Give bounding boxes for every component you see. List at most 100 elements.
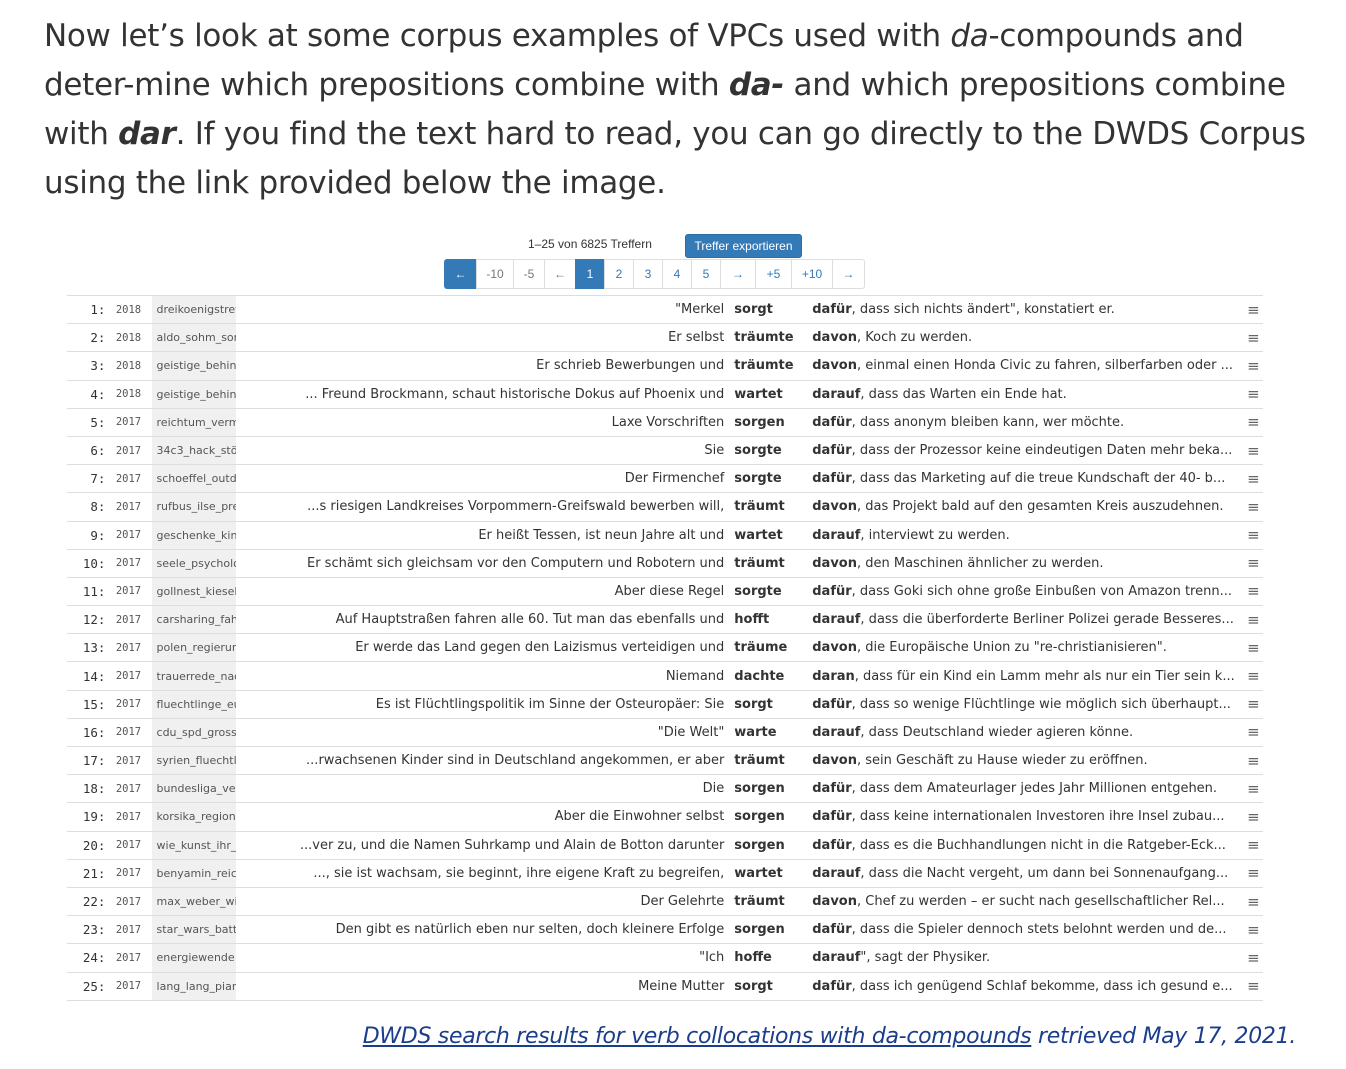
row-left-context: Er selbst: [668, 330, 725, 346]
row-source[interactable]: syrien_fluechtlinge: [151, 747, 237, 775]
row-source[interactable]: wie_kunst_ihr_leben: [151, 831, 237, 859]
pager-first-page-button[interactable]: ←: [444, 259, 477, 289]
row-right-text: , dass anonym bleiben kann, wer möchte.: [851, 414, 1125, 430]
row-menu-icon[interactable]: ≡: [1244, 611, 1263, 629]
row-menu-icon[interactable]: ≡: [1244, 498, 1263, 516]
row-right-context: darauf, interviewt zu werden.: [809, 528, 1239, 543]
row-source[interactable]: geistige_behinderung: [151, 380, 237, 408]
row-source[interactable]: benyamin_reich: [151, 859, 237, 887]
row-number: 9:: [90, 527, 106, 543]
pager-back-5-button[interactable]: -5: [513, 259, 545, 289]
row-source[interactable]: max_weber_wissenschaft: [151, 887, 237, 916]
row-source[interactable]: schoeffel_outdoor: [151, 465, 237, 493]
results-table: 1: 2018 dreikoenigstreffen "Merkel sorgt dafü…: [67, 295, 1263, 1001]
row-right-text: , interviewt zu werden.: [860, 527, 1010, 543]
row-menu-icon[interactable]: ≡: [1244, 357, 1263, 375]
row-source[interactable]: reichtum_vermögen: [151, 408, 237, 436]
row-number: 13:: [82, 640, 106, 656]
row-source[interactable]: trauerrede_nachruf: [151, 662, 237, 690]
row-source[interactable]: rufbus_ilse_prenzlau: [151, 493, 237, 521]
pager-last-page-button[interactable]: →: [832, 259, 865, 289]
row-menu-icon[interactable]: ≡: [1244, 695, 1263, 713]
row-menu-icon[interactable]: ≡: [1244, 752, 1263, 770]
row-menu-icon[interactable]: ≡: [1244, 836, 1263, 854]
row-source[interactable]: star_wars_battlefront: [151, 916, 237, 944]
row-menu-icon[interactable]: ≡: [1244, 667, 1263, 685]
row-year: 2017: [115, 444, 142, 457]
row-menu-icon[interactable]: ≡: [1244, 949, 1263, 967]
row-right-text: , Koch zu werden.: [856, 330, 973, 346]
row-right-text: , dass sich nichts ändert", konstatiert …: [851, 302, 1115, 318]
row-source[interactable]: geschenke_kinder: [151, 521, 237, 549]
row-year: 2018: [115, 388, 142, 401]
row-year: 2017: [115, 416, 142, 429]
row-menu-icon[interactable]: ≡: [1244, 921, 1263, 939]
row-source[interactable]: energiewende: [151, 944, 237, 972]
result-row: 8: 2017 rufbus_ilse_prenzlau ...s riesigen …: [67, 493, 1263, 522]
row-source[interactable]: fluechtlinge_europa: [151, 690, 237, 718]
row-year: 2017: [115, 867, 142, 880]
row-left-context: Auf Hauptstraßen fahren alle 60. Tut man…: [335, 612, 725, 628]
pager-forward-5-button[interactable]: +5: [755, 259, 792, 289]
row-menu-icon[interactable]: ≡: [1244, 723, 1263, 741]
row-right-context: davon, Chef zu werden – er sucht nach ge…: [809, 894, 1239, 909]
row-source[interactable]: bundesliga_verein: [151, 775, 237, 803]
row-menu-icon[interactable]: ≡: [1244, 442, 1263, 460]
pager-page-5-button[interactable]: 5: [691, 259, 721, 289]
row-source[interactable]: korsika_region: [151, 803, 237, 831]
row-menu-icon[interactable]: ≡: [1244, 470, 1263, 488]
row-da-compound: darauf: [812, 612, 861, 628]
row-menu-icon[interactable]: ≡: [1244, 864, 1263, 882]
row-keyword: träumt: [734, 753, 785, 769]
row-source[interactable]: seele_psychologie: [151, 549, 237, 577]
result-row: 25: 2017 lang_lang_pianist Meine Mutter sorg…: [67, 972, 1263, 1001]
row-menu-icon[interactable]: ≡: [1244, 808, 1263, 826]
row-source[interactable]: aldo_sohm_sommelier: [151, 324, 237, 352]
row-menu-icon[interactable]: ≡: [1244, 554, 1263, 572]
row-left-context: ..., sie ist wachsam, sie beginnt, ihre …: [313, 865, 725, 881]
pager-page-2-button[interactable]: 2: [604, 259, 634, 289]
result-row: 17: 2017 syrien_fluechtlinge ...rwachsenen …: [67, 747, 1263, 776]
row-right-context: dafür, dass keine internationalen Invest…: [809, 809, 1239, 824]
row-source[interactable]: cdu_spd_grosse_koalition: [151, 718, 237, 746]
row-menu-icon[interactable]: ≡: [1244, 893, 1263, 911]
row-menu-icon[interactable]: ≡: [1244, 385, 1263, 403]
row-menu-icon[interactable]: ≡: [1244, 301, 1263, 319]
row-source[interactable]: lang_lang_pianist: [151, 972, 237, 1000]
row-year: 2017: [115, 923, 142, 936]
pager-prev-page-button[interactable]: ←: [544, 259, 576, 289]
intro-em-dar: dar: [118, 116, 176, 152]
row-menu-icon[interactable]: ≡: [1244, 526, 1263, 544]
dwds-link[interactable]: DWDS search results for verb collocation…: [363, 1024, 1032, 1049]
row-right-context: dafür, dass dem Amateurlager jedes Jahr …: [809, 781, 1239, 796]
pager-page-1-button[interactable]: 1: [575, 259, 605, 289]
row-source[interactable]: carsharing_fahrzeuge: [151, 606, 237, 634]
row-source[interactable]: polen_regierung: [151, 634, 237, 662]
result-row: 3: 2018 geistige_behinderung Er schrieb Bew…: [67, 352, 1263, 381]
pager-page-3-button[interactable]: 3: [633, 259, 663, 289]
row-source[interactable]: gollnest_kiesel: [151, 577, 237, 606]
row-source[interactable]: 34c3_hack_störung: [151, 436, 237, 465]
row-right-text: , die Europäische Union zu "re-christian…: [856, 640, 1167, 656]
pager-back-10-button[interactable]: -10: [476, 259, 514, 289]
row-menu-icon[interactable]: ≡: [1244, 413, 1263, 431]
pager-page-4-button[interactable]: 4: [662, 259, 692, 289]
row-right-context: davon, sein Geschäft zu Hause wieder zu …: [809, 753, 1239, 768]
row-menu-icon[interactable]: ≡: [1244, 582, 1263, 600]
row-menu-icon[interactable]: ≡: [1244, 329, 1263, 347]
row-source[interactable]: geistige_behinderung: [151, 352, 237, 380]
pager-next-page-button[interactable]: →: [720, 259, 756, 289]
row-menu-icon[interactable]: ≡: [1244, 977, 1263, 995]
export-hits-button[interactable]: Treffer exportieren: [685, 234, 802, 258]
row-menu-icon[interactable]: ≡: [1244, 639, 1263, 657]
row-number: 15:: [82, 696, 106, 712]
row-year: 2018: [115, 331, 142, 344]
row-right-context: dafür, dass die Spieler dennoch stets be…: [809, 922, 1239, 937]
row-source[interactable]: dreikoenigstreffen: [151, 296, 237, 324]
row-right-context: dafür, dass ich genügend Schlaf bekomme,…: [809, 979, 1239, 994]
row-left-context: Meine Mutter: [638, 978, 725, 994]
row-menu-icon[interactable]: ≡: [1244, 780, 1263, 798]
result-row: 10: 2017 seele_psychologie Er schämt sich g…: [67, 549, 1263, 578]
row-year: 2017: [115, 839, 142, 852]
pager-forward-10-button[interactable]: +10: [791, 259, 833, 289]
